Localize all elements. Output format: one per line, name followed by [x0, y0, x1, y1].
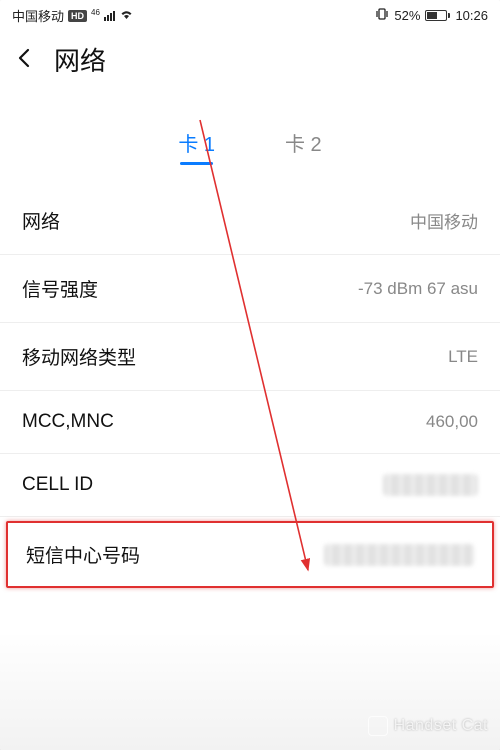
row-cellid[interactable]: CELL ID: [0, 454, 500, 517]
tab-sim1[interactable]: 卡 1: [178, 128, 215, 165]
row-label: 移动网络类型: [22, 343, 136, 370]
row-nettype[interactable]: 移动网络类型 LTE: [0, 323, 500, 391]
sim-tabs: 卡 1 卡 2: [0, 128, 500, 165]
redacted-value: [324, 544, 474, 566]
page-title: 网络: [54, 41, 106, 78]
settings-list: 网络 中国移动 信号强度 -73 dBm 67 asu 移动网络类型 LTE M…: [0, 187, 500, 588]
clock: 10:26: [455, 8, 488, 23]
status-bar: 中国移动 HD 46 52% 10:26: [0, 0, 500, 27]
row-label: 短信中心号码: [26, 541, 140, 568]
row-label: 网络: [22, 207, 60, 234]
row-signal[interactable]: 信号强度 -73 dBm 67 asu: [0, 255, 500, 323]
row-network[interactable]: 网络 中国移动: [0, 187, 500, 255]
row-label: 信号强度: [22, 275, 98, 302]
status-left: 中国移动 HD 46: [12, 6, 134, 25]
row-smsc[interactable]: 短信中心号码: [6, 521, 494, 588]
watermark-icon: [368, 716, 388, 736]
battery-icon: [425, 10, 450, 21]
watermark: Handset Cat: [368, 716, 488, 736]
row-value: LTE: [448, 347, 478, 367]
hd-badge: HD: [68, 10, 87, 22]
row-mccmnc[interactable]: MCC,MNC 460,00: [0, 391, 500, 454]
row-value: 中国移动: [410, 208, 478, 233]
battery-pct: 52%: [394, 8, 420, 23]
status-right: 52% 10:26: [375, 7, 488, 24]
row-label: MCC,MNC: [22, 411, 114, 433]
tab-sim2[interactable]: 卡 2: [285, 128, 322, 165]
row-label: CELL ID: [22, 474, 93, 496]
back-icon[interactable]: [14, 47, 36, 73]
watermark-text: Handset Cat: [394, 717, 488, 735]
net-gen: 46: [91, 8, 100, 17]
row-value: 460,00: [426, 412, 478, 432]
page-header: 网络: [0, 27, 500, 88]
redacted-value: [383, 474, 478, 496]
phone-screen: 中国移动 HD 46 52% 10:26 网络 卡 1 卡 2: [0, 0, 500, 750]
row-value: -73 dBm 67 asu: [358, 279, 478, 299]
wifi-icon: [119, 8, 134, 23]
vibrate-icon: [375, 7, 389, 24]
signal-icon: [104, 11, 115, 21]
carrier-label: 中国移动: [12, 6, 64, 25]
